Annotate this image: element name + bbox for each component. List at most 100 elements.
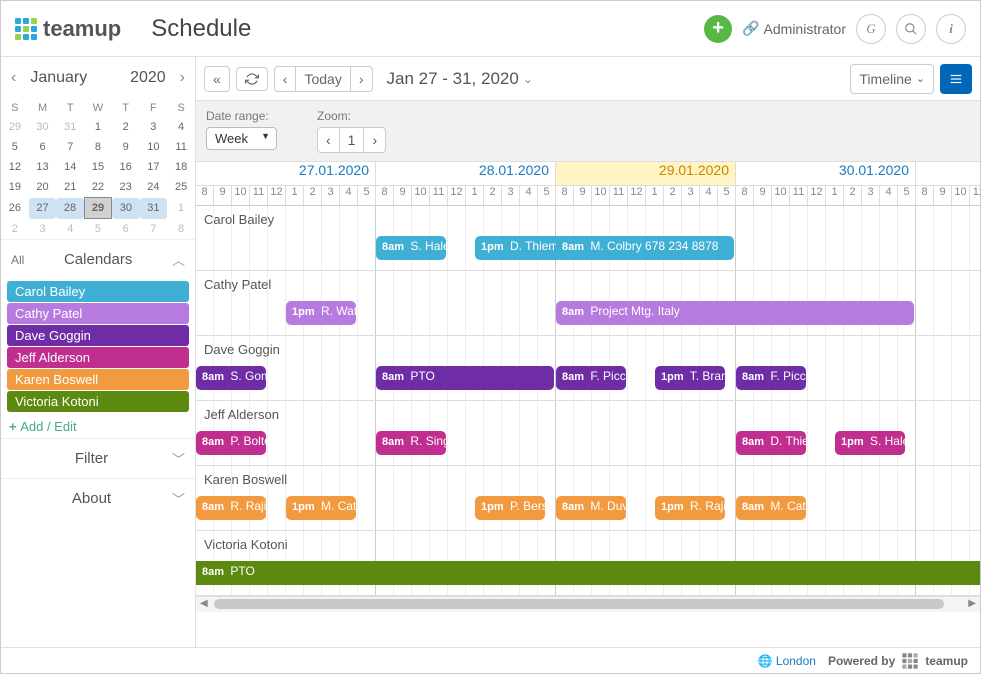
today-button[interactable]: Today <box>296 66 350 92</box>
mini-cal-day[interactable]: 21 <box>56 177 84 198</box>
event[interactable]: 8am PTO <box>196 561 980 585</box>
zoom-in-button[interactable]: › <box>364 127 386 153</box>
mini-cal-day[interactable]: 6 <box>29 137 57 157</box>
about-section-header[interactable]: About ﹀ <box>1 478 195 518</box>
mini-cal-day[interactable]: 20 <box>29 177 57 198</box>
event[interactable]: 8am M. Colbry 678 234 8878 <box>556 236 734 260</box>
mini-cal-day[interactable]: 12 <box>1 157 29 177</box>
event[interactable]: 1pm P. Bersier <box>475 496 545 520</box>
mini-cal-day[interactable]: 2 <box>112 117 140 137</box>
mini-cal-day[interactable]: 19 <box>1 177 29 198</box>
event[interactable]: 1pm D. Thiem <box>475 236 563 260</box>
event[interactable]: 1pm R. Waten <box>286 301 356 325</box>
menu-button[interactable] <box>940 64 972 94</box>
mini-cal-day[interactable]: 17 <box>140 157 168 177</box>
mini-cal-day[interactable]: 9 <box>112 137 140 157</box>
filter-section-header[interactable]: Filter ﹀ <box>1 438 195 478</box>
calendar-item[interactable]: Jeff Alderson <box>7 347 189 368</box>
prev-month-button[interactable]: ‹ <box>5 65 22 91</box>
mini-cal-day[interactable]: 15 <box>84 157 112 177</box>
mini-cal-day[interactable]: 4 <box>56 219 84 240</box>
mini-cal-day[interactable]: 28 <box>56 198 84 219</box>
event[interactable]: 8am D. Thiem <box>736 431 806 455</box>
prev-period-button[interactable]: ‹ <box>274 66 297 92</box>
zoom-out-button[interactable]: ‹ <box>317 127 340 153</box>
mini-cal-day[interactable]: 31 <box>56 117 84 137</box>
event[interactable]: 8am F. Piccari <box>556 366 626 390</box>
next-period-button[interactable]: › <box>351 66 373 92</box>
mini-cal-day[interactable]: 22 <box>84 177 112 198</box>
mini-cal-day[interactable]: 25 <box>167 177 195 198</box>
calendar-item[interactable]: Victoria Kotoni <box>7 391 189 412</box>
calendars-section-header[interactable]: All Calendars ︿ <box>1 239 195 279</box>
event[interactable]: 8am R. Singh <box>376 431 446 455</box>
event[interactable]: 1pm T. Brando <box>655 366 725 390</box>
first-page-button[interactable]: « <box>204 66 230 92</box>
mini-cal-day[interactable]: 11 <box>167 137 195 157</box>
search-button[interactable] <box>896 14 926 44</box>
event[interactable]: 1pm M. Cattar <box>286 496 356 520</box>
event[interactable]: 8am S. Halep <box>376 236 446 260</box>
event[interactable]: 8am P. Bolton <box>196 431 266 455</box>
hour-column-header: 10 <box>772 186 790 205</box>
mini-cal-day[interactable]: 4 <box>167 117 195 137</box>
mini-cal-day[interactable]: 29 <box>84 198 112 219</box>
date-range-select[interactable]: Week <box>206 127 277 150</box>
mini-cal-day[interactable]: 2 <box>1 219 29 240</box>
mini-cal-day[interactable]: 30 <box>29 117 57 137</box>
mini-cal-day[interactable]: 5 <box>84 219 112 240</box>
event[interactable]: 1pm S. Halep <box>835 431 905 455</box>
mini-cal-day[interactable]: 26 <box>1 198 29 219</box>
horizontal-scrollbar[interactable]: ◀ ▶ <box>196 596 980 612</box>
mini-cal-day[interactable]: 8 <box>84 137 112 157</box>
event[interactable]: 8am R. Rajiv <box>196 496 266 520</box>
mini-cal-day[interactable]: 24 <box>140 177 168 198</box>
mini-cal-day[interactable]: 7 <box>56 137 84 157</box>
all-toggle[interactable]: All <box>11 253 24 267</box>
mini-cal-day[interactable]: 13 <box>29 157 57 177</box>
calendar-item[interactable]: Dave Goggin <box>7 325 189 346</box>
scroll-thumb[interactable] <box>214 599 944 609</box>
scroll-right-icon[interactable]: ▶ <box>968 598 976 609</box>
mini-cal-day[interactable]: 10 <box>140 137 168 157</box>
event[interactable]: 8am Project Mtg. Italy <box>556 301 914 325</box>
add-button[interactable]: + <box>704 15 732 43</box>
mini-cal-day[interactable]: 18 <box>167 157 195 177</box>
mini-cal-day[interactable]: 30 <box>112 198 140 219</box>
mini-cal-day[interactable]: 5 <box>1 137 29 157</box>
mini-cal-day[interactable]: 1 <box>167 198 195 219</box>
refresh-button[interactable] <box>236 67 268 91</box>
mini-cal-day[interactable]: 8 <box>167 219 195 240</box>
admin-link[interactable]: 🔗 Administrator <box>742 20 846 37</box>
event[interactable]: 8am M. Cattar <box>736 496 806 520</box>
mini-cal-day[interactable]: 23 <box>112 177 140 198</box>
timezone-link[interactable]: 🌐 London <box>758 654 816 668</box>
event[interactable]: 1pm R. Rajiv <box>655 496 725 520</box>
view-label: Timeline <box>859 71 911 87</box>
mini-cal-day[interactable]: 16 <box>112 157 140 177</box>
event[interactable]: 8am PTO <box>376 366 554 390</box>
view-selector[interactable]: Timeline ⌄ <box>850 64 934 94</box>
mini-cal-day[interactable]: 1 <box>84 117 112 137</box>
event[interactable]: 8am S. Gome <box>196 366 266 390</box>
mini-cal-day[interactable]: 14 <box>56 157 84 177</box>
info-button[interactable]: i <box>936 14 966 44</box>
mini-cal-day[interactable]: 31 <box>140 198 168 219</box>
search-icon <box>904 22 918 36</box>
mini-cal-day[interactable]: 29 <box>1 117 29 137</box>
calendar-item[interactable]: Carol Bailey <box>7 281 189 302</box>
calendar-item[interactable]: Cathy Patel <box>7 303 189 324</box>
event[interactable]: 8am F. Piccari <box>736 366 806 390</box>
google-button[interactable]: G <box>856 14 886 44</box>
calendar-item[interactable]: Karen Boswell <box>7 369 189 390</box>
date-range-picker[interactable]: Jan 27 - 31, 2020 ⌄ <box>387 69 533 89</box>
mini-cal-day[interactable]: 27 <box>29 198 57 219</box>
mini-cal-day[interactable]: 6 <box>112 219 140 240</box>
mini-cal-day[interactable]: 3 <box>140 117 168 137</box>
add-edit-link[interactable]: Add / Edit <box>1 415 195 438</box>
mini-cal-day[interactable]: 7 <box>140 219 168 240</box>
next-month-button[interactable]: › <box>174 65 191 91</box>
mini-cal-day[interactable]: 3 <box>29 219 57 240</box>
event[interactable]: 8am M. Duval <box>556 496 626 520</box>
scroll-left-icon[interactable]: ◀ <box>200 598 208 609</box>
